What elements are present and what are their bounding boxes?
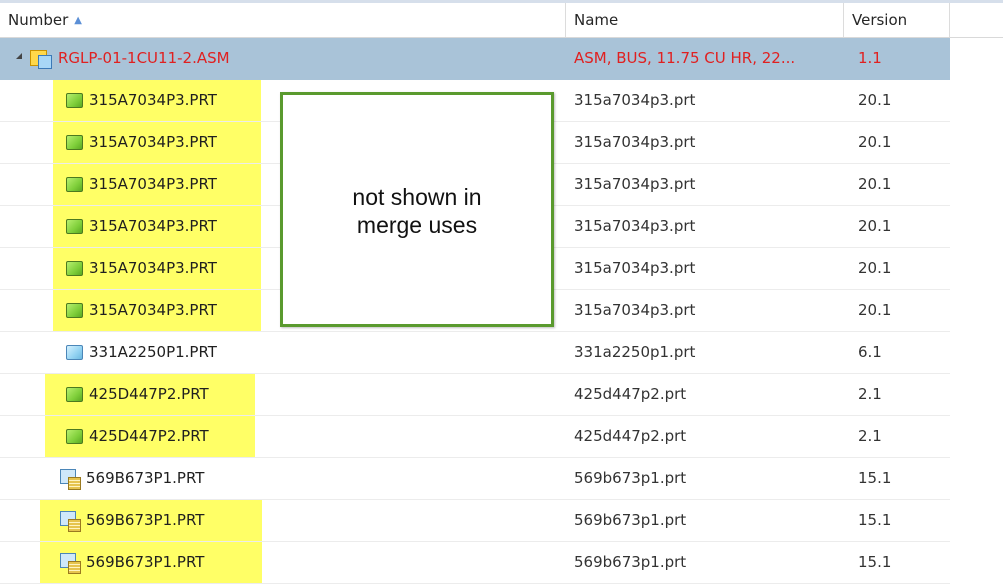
- number-cell: 425D447P2.PRT: [0, 416, 566, 457]
- name-cell: 315a7034p3.prt: [574, 301, 696, 319]
- column-header-version-label: Version: [852, 11, 908, 29]
- name-cell: 569b673p1.prt: [574, 469, 687, 487]
- column-header-number[interactable]: Number ▲: [0, 3, 566, 37]
- blue-part-icon: [66, 345, 83, 360]
- green-part-icon: [66, 303, 83, 318]
- name-cell: 425d447p2.prt: [574, 385, 687, 403]
- name-cell: 425d447p2.prt: [574, 427, 687, 445]
- root-number-cell: RGLP-01-1CU11-2.ASM: [0, 38, 566, 79]
- part-label: 569B673P1.PRT: [60, 542, 204, 583]
- name-cell: 315a7034p3.prt: [574, 217, 696, 235]
- number-cell: 569B673P1.PRT: [0, 542, 566, 583]
- table-row[interactable]: 331A2250P1.PRT 331a2250p1.prt 6.1: [0, 332, 950, 374]
- root-name-cell: ASM, BUS, 11.75 CU HR, 22...: [574, 49, 796, 67]
- part-number-text[interactable]: 315A7034P3.PRT: [89, 122, 217, 163]
- root-number-text[interactable]: RGLP-01-1CU11-2.ASM: [58, 38, 230, 79]
- part-label: 331A2250P1.PRT: [66, 332, 217, 373]
- part-label: 425D447P2.PRT: [66, 374, 209, 415]
- name-cell: 315a7034p3.prt: [574, 259, 696, 277]
- annotation-text: not shown in merge uses: [283, 183, 551, 239]
- part-label: 425D447P2.PRT: [66, 416, 209, 457]
- column-header-number-label: Number: [8, 11, 69, 29]
- name-cell: 569b673p1.prt: [574, 553, 687, 571]
- part-number-text[interactable]: 569B673P1.PRT: [86, 500, 204, 541]
- part-label: 315A7034P3.PRT: [66, 164, 217, 205]
- table-row[interactable]: 569B673P1.PRT 569b673p1.prt 15.1: [0, 500, 950, 542]
- part-number-text[interactable]: 315A7034P3.PRT: [89, 248, 217, 289]
- part-label: 569B673P1.PRT: [60, 500, 204, 541]
- name-cell: 315a7034p3.prt: [574, 91, 696, 109]
- part-label: 569B673P1.PRT: [60, 458, 204, 499]
- sort-ascending-icon: ▲: [74, 15, 82, 26]
- part-number-text[interactable]: 331A2250P1.PRT: [89, 332, 217, 373]
- part-label: 315A7034P3.PRT: [66, 206, 217, 247]
- green-part-icon: [66, 93, 83, 108]
- part-label: 315A7034P3.PRT: [66, 248, 217, 289]
- family-table-part-icon: [60, 552, 81, 574]
- version-cell: 6.1: [858, 343, 882, 361]
- green-part-icon: [66, 261, 83, 276]
- version-cell: 20.1: [858, 217, 892, 235]
- part-number-text[interactable]: 315A7034P3.PRT: [89, 290, 217, 331]
- version-cell: 15.1: [858, 469, 892, 487]
- version-cell: 15.1: [858, 553, 892, 571]
- family-table-part-icon: [60, 510, 81, 532]
- collapse-triangle-icon[interactable]: [16, 53, 22, 59]
- structure-table: Number ▲ Name Version RGLP-01-1CU11-2.ASM…: [0, 0, 1003, 588]
- part-label: 315A7034P3.PRT: [66, 290, 217, 331]
- part-label: 315A7034P3.PRT: [66, 80, 217, 121]
- table-row[interactable]: 569B673P1.PRT 569b673p1.prt 15.1: [0, 458, 950, 500]
- annotation-line-2: merge uses: [356, 212, 478, 238]
- column-header-name-label: Name: [574, 11, 619, 29]
- part-label: 315A7034P3.PRT: [66, 122, 217, 163]
- part-number-text[interactable]: 315A7034P3.PRT: [89, 80, 217, 121]
- version-cell: 20.1: [858, 301, 892, 319]
- name-cell: 569b673p1.prt: [574, 511, 687, 529]
- version-cell: 15.1: [858, 511, 892, 529]
- version-cell: 20.1: [858, 259, 892, 277]
- root-part-label: RGLP-01-1CU11-2.ASM: [30, 38, 230, 79]
- green-part-icon: [66, 219, 83, 234]
- table-row[interactable]: 425D447P2.PRT 425d447p2.prt 2.1: [0, 416, 950, 458]
- name-cell: 331a2250p1.prt: [574, 343, 696, 361]
- version-cell: 20.1: [858, 175, 892, 193]
- column-header-version[interactable]: Version: [844, 3, 950, 37]
- name-cell: 315a7034p3.prt: [574, 175, 696, 193]
- table-row[interactable]: 569B673P1.PRT 569b673p1.prt 15.1: [0, 542, 950, 584]
- annotation-line-1: not shown in: [352, 184, 482, 210]
- part-number-text[interactable]: 425D447P2.PRT: [89, 416, 209, 457]
- green-part-icon: [66, 177, 83, 192]
- green-part-icon: [66, 387, 83, 402]
- number-cell: 569B673P1.PRT: [0, 458, 566, 499]
- family-table-part-icon: [60, 468, 81, 490]
- number-cell: 569B673P1.PRT: [0, 500, 566, 541]
- name-cell: 315a7034p3.prt: [574, 133, 696, 151]
- part-number-text[interactable]: 315A7034P3.PRT: [89, 206, 217, 247]
- part-number-text[interactable]: 569B673P1.PRT: [86, 542, 204, 583]
- green-part-icon: [66, 429, 83, 444]
- version-cell: 20.1: [858, 91, 892, 109]
- number-cell: 331A2250P1.PRT: [0, 332, 566, 373]
- root-version-cell: 1.1: [858, 49, 882, 67]
- table-row-root-assembly[interactable]: RGLP-01-1CU11-2.ASM ASM, BUS, 11.75 CU HR…: [0, 38, 950, 80]
- column-header-filler: [950, 3, 1003, 37]
- table-row[interactable]: 425D447P2.PRT 425d447p2.prt 2.1: [0, 374, 950, 416]
- version-cell: 2.1: [858, 427, 882, 445]
- table-header: Number ▲ Name Version: [0, 3, 1003, 38]
- assembly-icon: [30, 48, 52, 70]
- annotation-callout: not shown in merge uses: [280, 92, 554, 327]
- part-number-text[interactable]: 315A7034P3.PRT: [89, 164, 217, 205]
- part-number-text[interactable]: 569B673P1.PRT: [86, 458, 204, 499]
- version-cell: 20.1: [858, 133, 892, 151]
- number-cell: 425D447P2.PRT: [0, 374, 566, 415]
- version-cell: 2.1: [858, 385, 882, 403]
- green-part-icon: [66, 135, 83, 150]
- column-header-name[interactable]: Name: [566, 3, 844, 37]
- part-number-text[interactable]: 425D447P2.PRT: [89, 374, 209, 415]
